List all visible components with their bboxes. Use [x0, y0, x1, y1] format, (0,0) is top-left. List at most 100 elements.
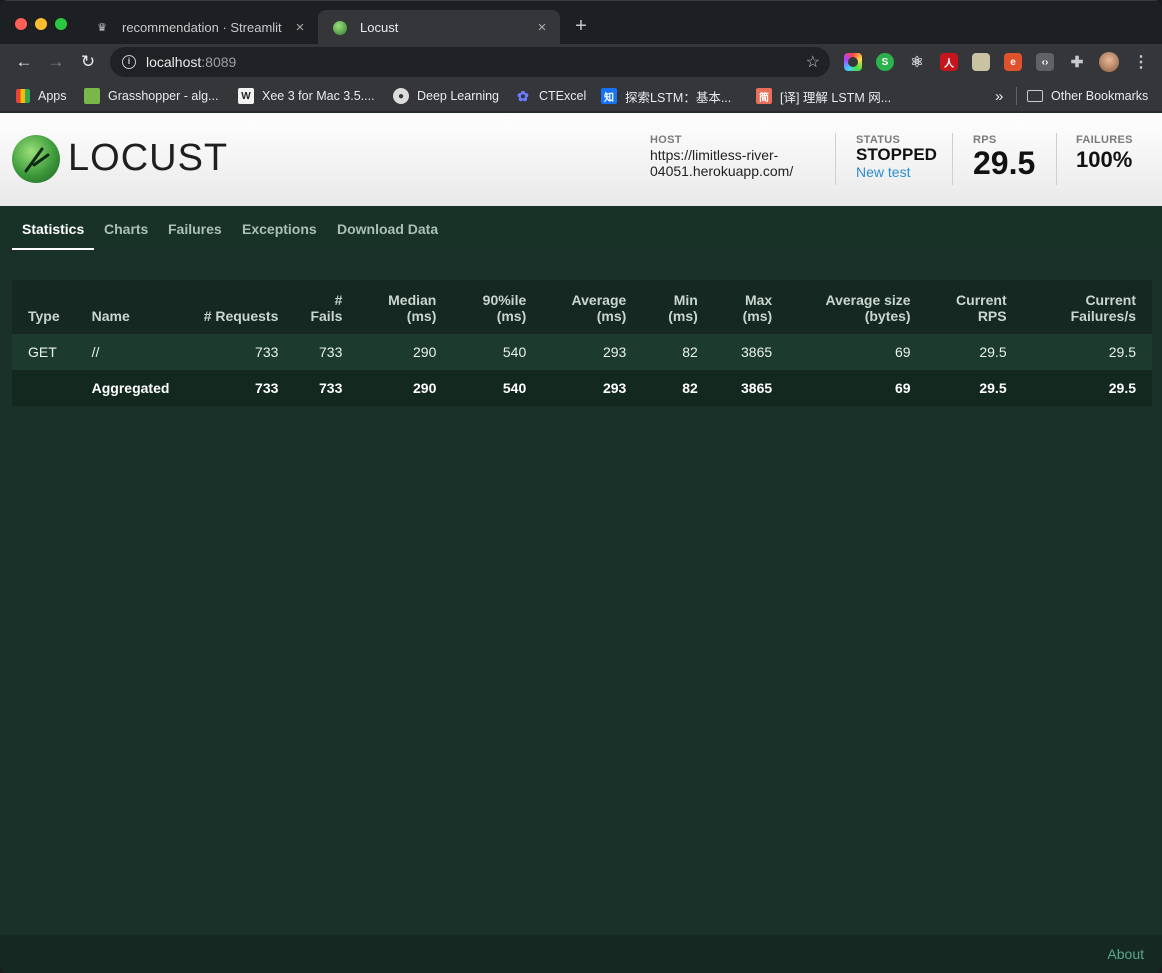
- bookmark-apps[interactable]: Apps: [16, 87, 67, 105]
- header-unit: (ms): [668, 308, 698, 324]
- bookmark-label: Apps: [38, 89, 67, 103]
- window-close-button[interactable]: [15, 18, 27, 30]
- table-header-row: Type Name # Requests # Fails Median (ms) …: [12, 280, 1152, 334]
- back-arrow-icon[interactable]: ←: [14, 52, 34, 72]
- react-devtools-icon[interactable]: ⚛: [908, 53, 926, 71]
- column-header-current-rps[interactable]: Current RPS: [926, 280, 1023, 334]
- close-tab-icon[interactable]: ×: [534, 19, 550, 36]
- cell-90percentile: 540: [452, 334, 543, 370]
- cell-name: Aggregated: [75, 370, 186, 406]
- address-bar[interactable]: i localhost:8089 ☆: [110, 47, 830, 77]
- locust-header: LOCUST HOST https://limitless-river-0405…: [0, 113, 1162, 206]
- bookmark-zhihu[interactable]: 知 探索LSTM：基本...: [601, 87, 731, 105]
- code-extension-icon[interactable]: ‹›: [1036, 53, 1054, 71]
- xee-icon: W: [238, 88, 254, 104]
- column-header-fails[interactable]: # Fails: [294, 280, 359, 334]
- header-text: Min: [673, 292, 698, 308]
- tab-failures[interactable]: Failures: [168, 221, 222, 237]
- table-row-aggregated: Aggregated 733 733 290 540 293 82 3865 6…: [12, 370, 1152, 406]
- ctexcel-icon: ✿: [517, 87, 529, 104]
- color-picker-extension-icon[interactable]: [844, 53, 862, 71]
- bookmark-xee[interactable]: W Xee 3 for Mac 3.5....: [238, 87, 375, 105]
- cell-median: 290: [358, 334, 453, 370]
- cell-type: [12, 370, 76, 406]
- browser-menu-icon[interactable]: ⋮: [1132, 53, 1150, 71]
- cell-90percentile: 540: [452, 370, 543, 406]
- failures-value: 100%: [1076, 147, 1133, 172]
- column-header-average[interactable]: Average (ms): [542, 280, 643, 334]
- browser-tab-bar: ♛ recommendation · Streamlit × Locust × …: [0, 0, 1162, 45]
- site-info-icon[interactable]: i: [122, 55, 136, 69]
- bookmark-grasshopper[interactable]: Grasshopper - alg...: [84, 87, 218, 105]
- globe-icon: ●: [393, 88, 409, 104]
- header-text: Name: [91, 308, 130, 324]
- column-header-max[interactable]: Max (ms): [713, 280, 789, 334]
- url-text[interactable]: localhost:8089: [146, 54, 806, 70]
- header-unit: (ms): [406, 308, 437, 324]
- cell-average-size: 69: [788, 370, 927, 406]
- e-extension-icon[interactable]: e: [1004, 53, 1022, 71]
- s-extension-icon[interactable]: S: [876, 53, 894, 71]
- header-unit: (bytes): [864, 308, 911, 324]
- column-header-type[interactable]: Type: [12, 280, 76, 334]
- header-text: # Requests: [203, 308, 279, 324]
- new-tab-button[interactable]: +: [570, 15, 592, 38]
- other-bookmarks[interactable]: Other Bookmarks: [1016, 87, 1148, 105]
- column-header-name[interactable]: Name: [75, 280, 186, 334]
- locust-nav-tabs: Statistics Charts Failures Exceptions Do…: [0, 206, 1162, 251]
- browser-window: ♛ recommendation · Streamlit × Locust × …: [0, 0, 1162, 973]
- crown-icon: ♛: [97, 22, 107, 34]
- grasshopper-icon: [84, 88, 100, 104]
- zhihu-icon: 知: [601, 88, 617, 104]
- jianshu-icon: 简: [756, 88, 772, 104]
- forward-arrow-icon[interactable]: →: [46, 52, 66, 72]
- profile-avatar[interactable]: [1099, 52, 1119, 72]
- bookmark-label: 探索LSTM：基本...: [625, 90, 732, 105]
- bookmark-ctexcel[interactable]: ✿ CTExcel: [515, 87, 586, 105]
- tab-download-data[interactable]: Download Data: [337, 221, 438, 237]
- column-header-90percentile[interactable]: 90%ile (ms): [452, 280, 543, 334]
- bookmark-label: CTExcel: [539, 89, 587, 103]
- browser-toolbar: ← → ↻ i localhost:8089 ☆ S ⚛ 人 e ‹› ✚ ⋮: [0, 44, 1162, 80]
- image-extension-icon[interactable]: [972, 53, 990, 71]
- header-unit: (ms): [596, 308, 627, 324]
- bookmarks-overflow-button[interactable]: »: [995, 87, 1003, 105]
- column-header-median[interactable]: Median (ms): [358, 280, 453, 334]
- cell-average: 293: [542, 334, 643, 370]
- browser-tab-locust[interactable]: Locust ×: [318, 10, 560, 45]
- bookmark-star-icon[interactable]: ☆: [806, 52, 820, 72]
- column-header-requests[interactable]: # Requests: [185, 280, 295, 334]
- cell-current-failures: 29.5: [1022, 334, 1152, 370]
- pdf-extension-icon[interactable]: 人: [940, 53, 958, 71]
- extensions-puzzle-icon[interactable]: ✚: [1068, 53, 1086, 71]
- bookmark-deep-learning[interactable]: ● Deep Learning: [393, 87, 499, 105]
- browser-tab-streamlit[interactable]: ♛ recommendation · Streamlit ×: [80, 10, 318, 45]
- tab-exceptions[interactable]: Exceptions: [242, 221, 317, 237]
- cell-type: GET: [12, 334, 76, 370]
- new-test-link[interactable]: New test: [856, 164, 910, 180]
- column-header-min[interactable]: Min (ms): [642, 280, 714, 334]
- cell-max: 3865: [713, 370, 789, 406]
- locust-logo-text: LOCUST: [68, 137, 229, 179]
- header-text: Median: [388, 292, 437, 308]
- bookmark-label: Other Bookmarks: [1051, 89, 1149, 103]
- locust-footer: About: [0, 935, 1162, 973]
- header-text: 90%ile: [482, 292, 527, 308]
- bookmark-jianshu[interactable]: 简 [译] 理解 LSTM 网...: [756, 87, 891, 105]
- window-zoom-button[interactable]: [55, 18, 67, 30]
- header-text: Current: [1085, 292, 1136, 308]
- tab-statistics[interactable]: Statistics: [22, 221, 84, 237]
- apps-grid-icon: [16, 89, 30, 103]
- tab-charts[interactable]: Charts: [104, 221, 148, 237]
- close-tab-icon[interactable]: ×: [292, 19, 308, 36]
- cell-max: 3865: [713, 334, 789, 370]
- reload-icon[interactable]: ↻: [78, 52, 98, 72]
- header-unit: Failures/s: [1070, 308, 1136, 324]
- column-header-average-size[interactable]: Average size (bytes): [788, 280, 927, 334]
- cell-current-rps: 29.5: [926, 370, 1023, 406]
- about-link[interactable]: About: [1107, 946, 1144, 962]
- window-minimize-button[interactable]: [35, 18, 47, 30]
- cell-requests: 733: [185, 334, 295, 370]
- column-header-current-failures[interactable]: Current Failures/s: [1022, 280, 1152, 334]
- tab-title: recommendation · Streamlit: [122, 20, 282, 35]
